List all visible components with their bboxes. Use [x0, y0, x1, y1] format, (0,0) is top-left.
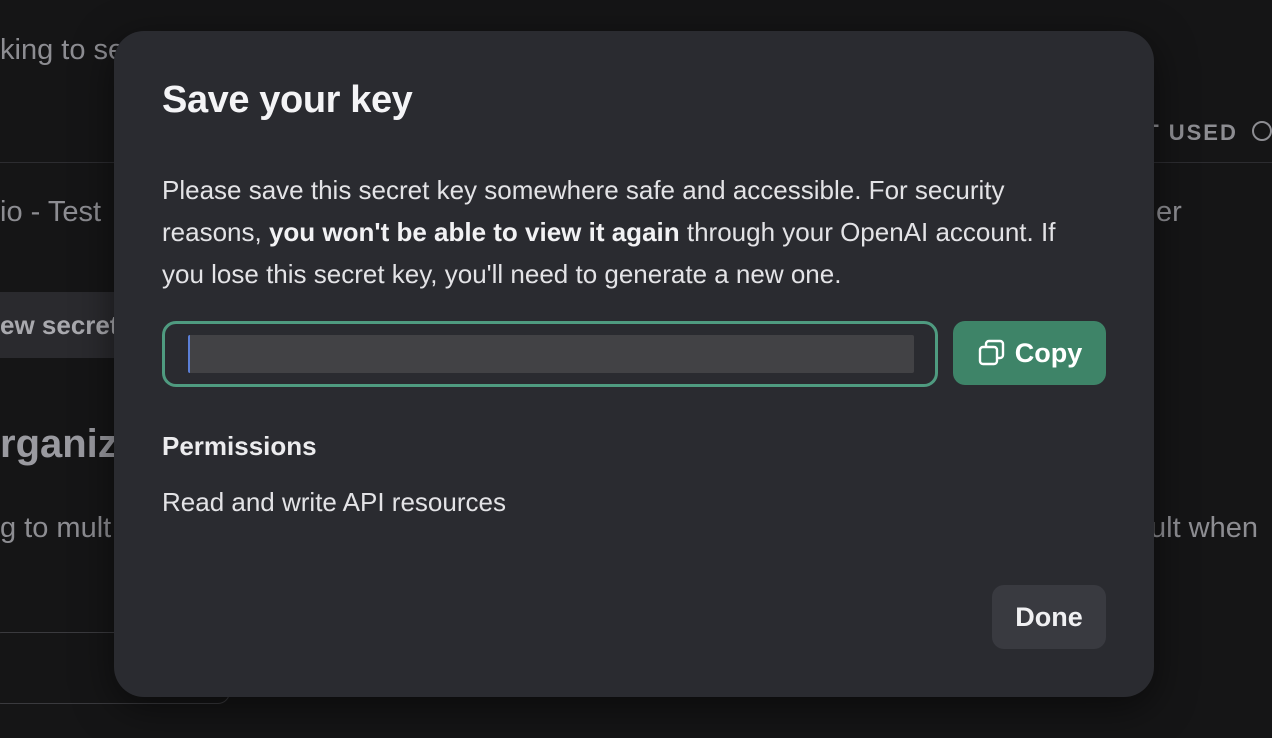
background-section-text-right: ult when: [1150, 512, 1259, 544]
column-header-label: T USED: [1145, 120, 1238, 145]
background-row-value: er: [1156, 196, 1182, 228]
info-icon: [1252, 121, 1272, 141]
background-create-key-label: ew secret: [0, 310, 119, 340]
copy-button-label: Copy: [1014, 337, 1083, 368]
background-section-text-left: g to mult: [0, 512, 112, 544]
background-text-fragment: king to se: [0, 34, 125, 66]
copy-button[interactable]: Copy: [953, 321, 1106, 385]
secret-key-value[interactable]: [188, 335, 914, 373]
save-key-dialog: Save your key Please save this secret ke…: [114, 31, 1154, 697]
secret-key-field[interactable]: [162, 321, 938, 387]
copy-icon: [978, 339, 1004, 366]
last-used-column-header: T USED: [1145, 120, 1272, 146]
permissions-value: Read and write API resources: [162, 487, 506, 517]
dialog-title: Save your key: [162, 79, 413, 121]
permissions-heading: Permissions: [162, 431, 317, 461]
done-button[interactable]: Done: [992, 585, 1106, 649]
background-row-name: io - Test: [0, 196, 102, 228]
done-button-label: Done: [1015, 601, 1083, 632]
description-warning: you won't be able to view it again: [268, 217, 680, 247]
dialog-description: Please save this secret key somewhere sa…: [162, 169, 1092, 295]
